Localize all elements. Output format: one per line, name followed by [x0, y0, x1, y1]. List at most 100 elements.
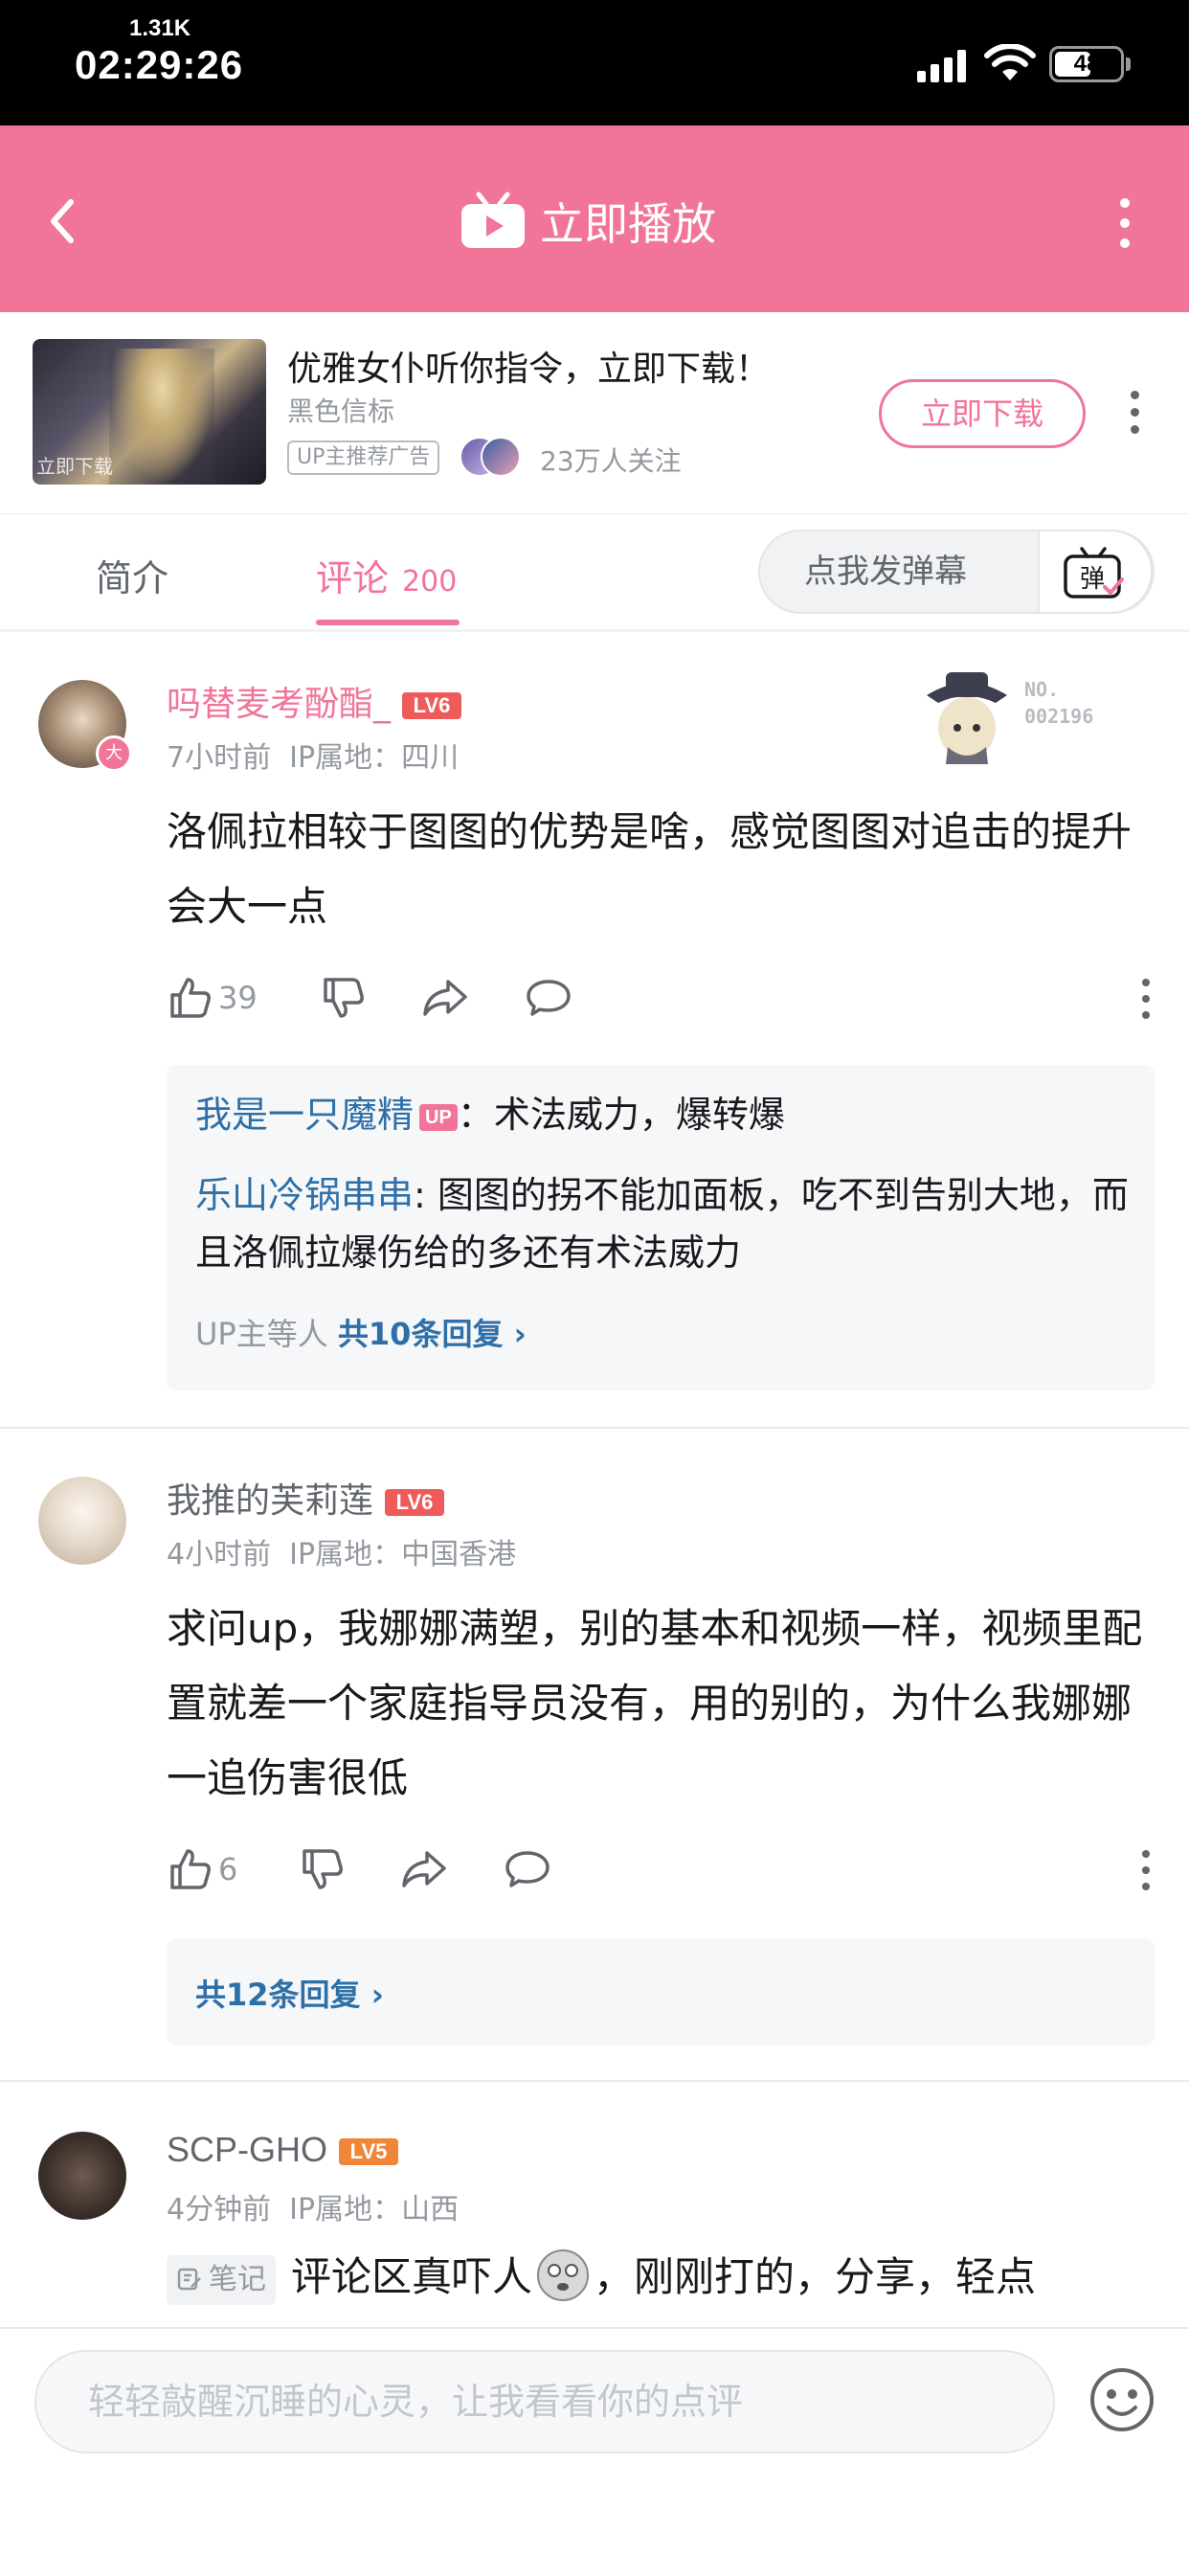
ip-location: 中国香港: [401, 1538, 517, 1571]
comment-time: 4小时前: [167, 1538, 272, 1571]
share-button[interactable]: [421, 971, 469, 1025]
comment-text: 求问up，我娜娜满塑，别的基本和视频一样，视频里配置就差一个家庭指导员没有，用的…: [167, 1605, 1143, 1801]
reply-participants: UP主等人: [195, 1316, 328, 1352]
comment-actions: 39: [167, 971, 1153, 1025]
reply-preview[interactable]: 我是一只魔精 UP ：术法威力，爆转爆 乐山冷锅串串: 图图的拐不能加面板，吃不到告…: [167, 1065, 1155, 1390]
comment-input[interactable]: 轻轻敲醒沉睡的心灵，让我看看你的点评: [34, 2350, 1055, 2453]
back-arrow-icon[interactable]: [38, 192, 86, 250]
dislike-button[interactable]: [320, 971, 368, 1025]
comment-time: 7小时前: [167, 741, 272, 775]
comment-meta: 4小时前 IP属地：中国香港: [167, 1530, 516, 1572]
view-all-replies[interactable]: UP主等人 共10条回复 ›: [195, 1310, 527, 1354]
more-options-icon[interactable]: [1110, 194, 1139, 252]
thumbs-down-icon: [324, 978, 364, 1018]
share-icon: [423, 980, 467, 1016]
ip-location: 四川: [401, 741, 460, 775]
up-badge: UP: [419, 1103, 458, 1131]
tab-comments[interactable]: 评论 200: [316, 549, 457, 601]
username-text: 吗替麦考酚酯_: [167, 685, 392, 724]
tab-bar: 简介 评论 200 点我发弹幕 弹: [0, 513, 1189, 633]
comment-text-part: ，刚刚打的，分享，轻点: [594, 2253, 1037, 2300]
tv-play-icon: [461, 192, 525, 248]
cellular-signal-icon: [917, 50, 969, 82]
reply-button[interactable]: [504, 1842, 551, 1896]
chevron-right-icon: ›: [360, 1977, 384, 2013]
reply-item[interactable]: 乐山冷锅串串: 图图的拐不能加面板，吃不到告别大地，而且洛佩拉爆伤给的多还有术法…: [195, 1166, 1133, 1281]
comment-text-part: 评论区真吓人: [291, 2253, 533, 2300]
comment-time: 4分钟前: [167, 2193, 272, 2226]
play-now-label: 立即播放: [540, 198, 716, 250]
comment-more-icon[interactable]: [1141, 1848, 1153, 1892]
ad-thumbnail-caption: 立即下载: [36, 455, 113, 478]
reply-button[interactable]: [525, 971, 572, 1025]
emoji-icon[interactable]: [1088, 2365, 1156, 2434]
ad-thumbnail[interactable]: 立即下载: [33, 339, 266, 485]
reply-item[interactable]: 我是一只魔精 UP ：术法威力，爆转爆: [195, 1086, 1133, 1143]
wifi-icon: [984, 44, 1036, 80]
note-tag[interactable]: 笔记: [167, 2254, 276, 2305]
tab-intro[interactable]: 简介: [96, 549, 168, 601]
battery-icon: 48: [1049, 46, 1124, 82]
comment-username[interactable]: SCP-GHO LV5: [167, 2130, 399, 2170]
comment-username[interactable]: 我推的芙莉莲 LV6: [167, 1473, 445, 1523]
comment-meta: 4分钟前 IP属地：山西: [167, 2185, 459, 2227]
clock: 02:29:26: [75, 42, 244, 87]
comments-count: 200: [402, 565, 458, 599]
comment-text: 洛佩拉相较于图图的优势是啥，感觉图图对追击的提升会大一点: [167, 808, 1133, 930]
ip-label: IP属地：: [289, 2193, 402, 2226]
status-bar: 1.31K 02:29:26 48: [0, 0, 1189, 125]
tab-comments-label: 评论: [316, 557, 390, 599]
like-count: 6: [218, 1851, 238, 1887]
comment-username[interactable]: 吗替麦考酚酯_ LV6: [167, 676, 462, 726]
share-button[interactable]: [400, 1842, 448, 1896]
play-now-button[interactable]: 立即播放: [460, 191, 716, 252]
danmaku-input[interactable]: 点我发弹幕 弹: [758, 530, 1155, 614]
ad-label-tag: UP主推荐广告: [287, 441, 440, 475]
like-button[interactable]: 39: [167, 971, 258, 1025]
danmaku-toggle-button[interactable]: 弹: [1038, 530, 1153, 614]
comment-actions: 6: [167, 1842, 1153, 1896]
ad-more-icon[interactable]: [1130, 389, 1141, 437]
reply-total-link[interactable]: 共10条回复: [338, 1316, 504, 1352]
reply-preview[interactable]: 共12条回复 ›: [167, 1938, 1155, 2045]
thumbs-up-icon: [170, 978, 211, 1018]
fan-badge-number: NO. 002196: [1024, 678, 1094, 728]
network-speed: 1.31K: [129, 15, 191, 41]
comment-text: 笔记 评论区真吓人 ，刚刚打的，分享，轻点: [167, 2247, 1143, 2308]
reply-username[interactable]: 乐山冷锅串串: [195, 1174, 414, 1216]
follower-avatars: [460, 437, 536, 477]
scared-emoji-icon: [537, 2249, 590, 2301]
thumbs-down-icon: [303, 1849, 343, 1889]
dislike-button[interactable]: [299, 1842, 347, 1896]
avatar[interactable]: [38, 1477, 126, 1565]
active-tab-indicator: [316, 620, 460, 625]
ip-label: IP属地：: [289, 1538, 402, 1571]
comment-item: 我推的芙莉莲 LV6 4小时前 IP属地：中国香港 求问up，我娜娜满塑，别的基本…: [0, 1429, 1189, 2080]
comment-more-icon[interactable]: [1141, 977, 1153, 1021]
ad-banner[interactable]: 立即下载 优雅女仆听你指令，立即下载！ 黑色信标 UP主推荐广告 23万人关注 …: [0, 312, 1189, 513]
comment-item: SCP-GHO LV5 4分钟前 IP属地：山西 笔记 评论区真吓人 ，刚刚打的，分享…: [0, 2082, 1189, 2327]
comment-input-bar: 轻轻敲醒沉睡的心灵，让我看看你的点评: [0, 2327, 1189, 2576]
view-all-replies[interactable]: 共12条回复 ›: [195, 1971, 384, 2015]
video-top-bar: 立即播放: [0, 125, 1189, 312]
reply-total-link[interactable]: 共12条回复: [195, 1977, 361, 2013]
chevron-right-icon: ›: [503, 1316, 527, 1352]
ad-followers: 23万人关注: [540, 445, 682, 477]
vip-badge: 大: [96, 735, 132, 772]
like-button[interactable]: 6: [167, 1842, 237, 1896]
ip-label: IP属地：: [289, 741, 402, 775]
ad-download-button[interactable]: 立即下载: [879, 379, 1086, 448]
note-tag-label: 笔记: [209, 2262, 266, 2296]
comment-item: 大 吗替麦考酚酯_ LV6 7小时前 IP属地：四川 NO. 002196 洛佩拉相…: [0, 632, 1189, 1427]
ad-title: 优雅女仆听你指令，立即下载！: [287, 350, 771, 389]
fan-badge[interactable]: NO. 002196: [919, 661, 1139, 766]
ip-location: 山西: [401, 2193, 460, 2226]
avatar[interactable]: [38, 2132, 126, 2220]
danmaku-icon-text: 弹: [1080, 565, 1105, 594]
comment-bubble-icon: [505, 1851, 550, 1887]
username-text: 我推的芙莉莲: [167, 1481, 374, 1521]
comment-bubble-icon: [527, 980, 571, 1016]
ad-subtitle: 黑色信标: [287, 395, 395, 427]
danmaku-icon: 弹: [1064, 547, 1124, 599]
reply-username[interactable]: 我是一只魔精: [195, 1094, 414, 1136]
